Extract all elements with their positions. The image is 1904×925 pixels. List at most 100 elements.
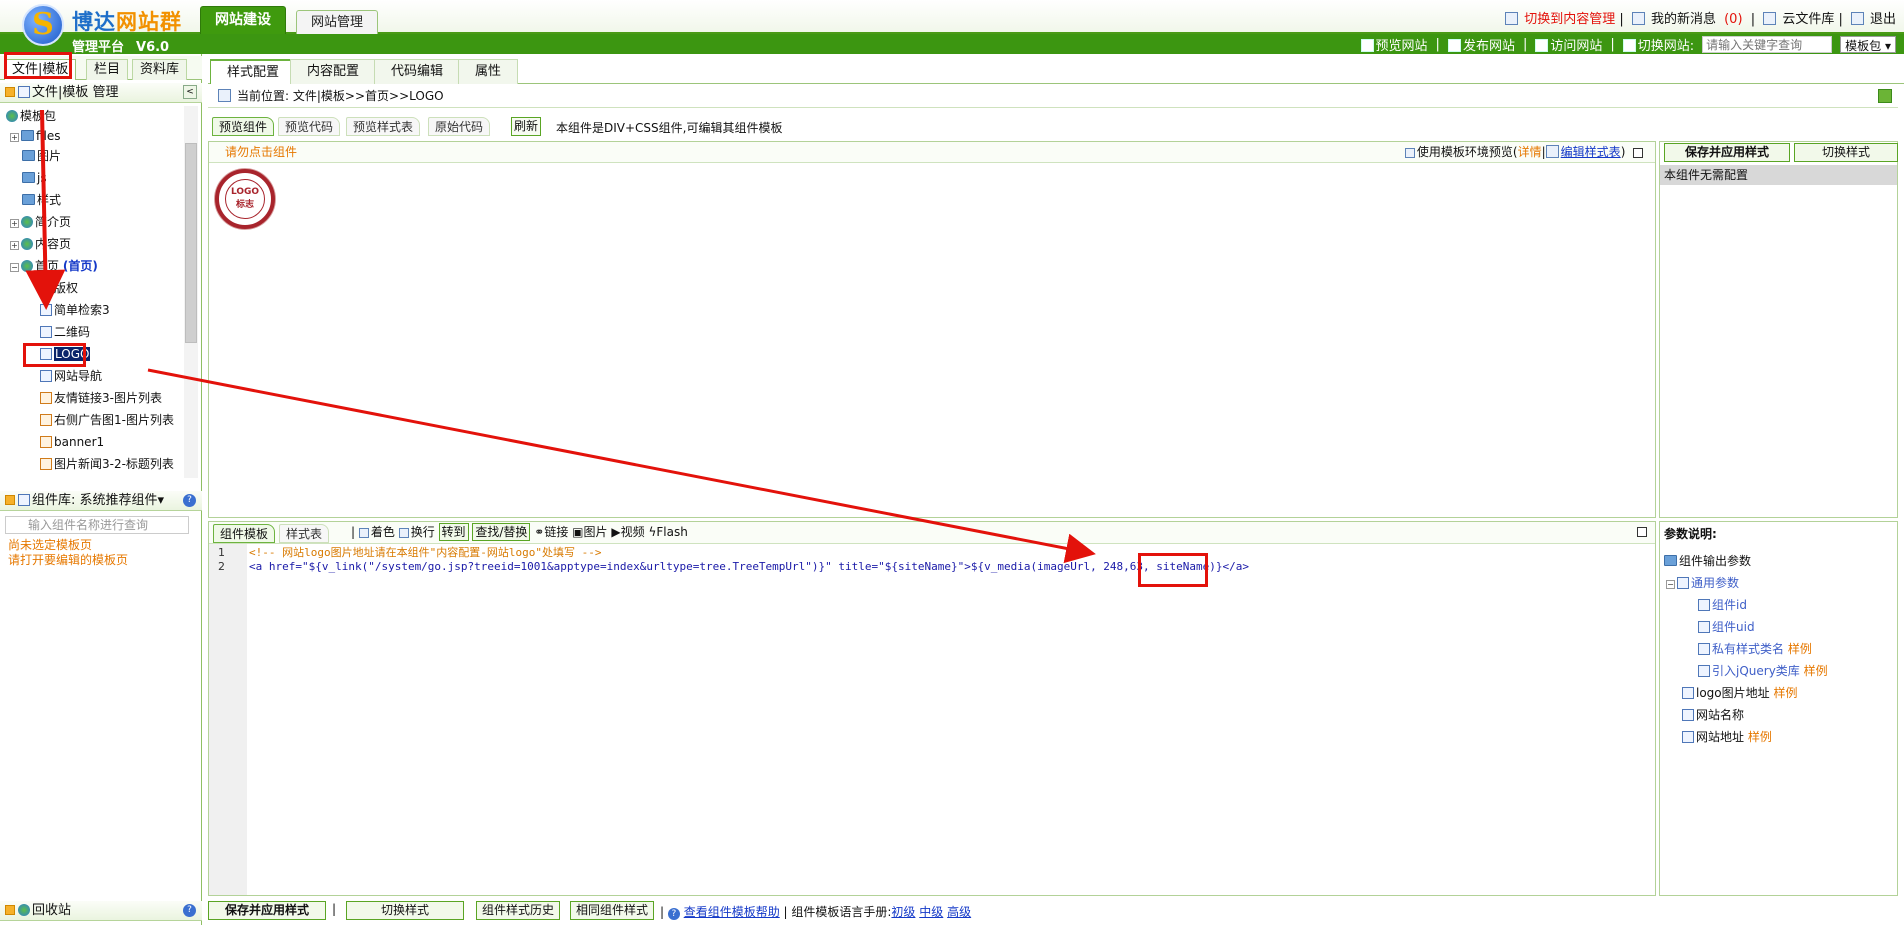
subtab-raw-code[interactable]: 原始代码 xyxy=(428,117,491,136)
tree-item-styles[interactable]: 样式 xyxy=(22,190,61,210)
video-tool[interactable]: ▶视频 xyxy=(611,525,644,539)
refresh-button[interactable]: 刷新 xyxy=(511,117,541,136)
tab-stylesheet[interactable]: 样式表 xyxy=(279,524,330,543)
tab-component-template[interactable]: 组件模板 xyxy=(213,524,276,543)
subtab-preview-css[interactable]: 预览样式表 xyxy=(346,117,421,136)
page-icon xyxy=(1698,599,1710,611)
flash-tool[interactable]: ϟFlash xyxy=(648,525,687,539)
page-icon xyxy=(1682,687,1694,699)
param-item[interactable]: 私有样式类名 样例 xyxy=(1664,638,1828,660)
wrap-checkbox[interactable] xyxy=(398,528,409,538)
manual-advanced-link[interactable]: 高级 xyxy=(947,905,971,919)
param-root[interactable]: 组件输出参数 xyxy=(1664,550,1828,572)
tree-scroll-thumb[interactable] xyxy=(185,143,197,343)
switch-style-button[interactable]: 切换样式 xyxy=(1794,143,1898,162)
save-apply-style-button[interactable]: 保存并应用样式 xyxy=(1664,143,1790,162)
publish-site-link[interactable]: 发布网站 xyxy=(1447,35,1515,54)
tab-site-build[interactable]: 网站建设 xyxy=(200,6,286,34)
tree-item-home[interactable]: − 首页 (首页) xyxy=(10,256,98,276)
tree-child-qrcode[interactable]: 二维码 xyxy=(40,322,90,342)
component-icon xyxy=(40,304,52,316)
up-arrow-icon[interactable] xyxy=(1878,89,1892,103)
site-search-input[interactable] xyxy=(1702,36,1833,53)
help-icon[interactable]: ? xyxy=(183,494,196,507)
tree-item-files[interactable]: + files xyxy=(10,126,61,146)
cloud-files-link[interactable]: 云文件库 xyxy=(1763,12,1834,27)
collapse-button[interactable]: < xyxy=(183,85,197,99)
help-icon[interactable]: ? xyxy=(183,904,196,917)
logout-link[interactable]: 退出 xyxy=(1850,12,1896,27)
tree-child-ad[interactable]: 右侧广告图1-图片列表 xyxy=(40,410,174,430)
manual-mid-link[interactable]: 中级 xyxy=(919,905,943,919)
component-icon xyxy=(40,414,52,426)
param-item[interactable]: 网站地址 样例 xyxy=(1664,726,1828,748)
param-common[interactable]: − 通用参数 xyxy=(1664,572,1828,594)
tab-column[interactable]: 栏目 xyxy=(86,59,129,80)
logo-seal: LOGO 标志 xyxy=(225,179,265,219)
component-icon xyxy=(40,436,52,448)
param-item[interactable]: 引入jQuery类库 样例 xyxy=(1664,660,1828,682)
tree-item-content[interactable]: + 内容页 xyxy=(10,234,71,254)
component-icon xyxy=(40,392,52,404)
code-editor: 组件模板 样式表 | 着色 换行 转到 查找/替换 ⚭链接 ▣图片 ▶视频 ϟF… xyxy=(208,521,1656,896)
param-item[interactable]: logo图片地址 样例 xyxy=(1664,682,1828,704)
tree-child-news[interactable]: 图片新闻3-2-标题列表 xyxy=(40,454,174,474)
link-tool[interactable]: ⚭链接 xyxy=(534,525,568,539)
param-item[interactable]: 组件id xyxy=(1664,594,1828,616)
template-help-link[interactable]: 查看组件模板帮助 xyxy=(684,905,780,919)
maximize-icon[interactable] xyxy=(1637,527,1647,537)
page-icon xyxy=(1698,621,1710,633)
tree-item-js[interactable]: js xyxy=(22,168,47,188)
panel-icon xyxy=(5,87,15,97)
tree-child-copyright[interactable]: 版权 xyxy=(40,278,78,298)
line-numbers: 12 xyxy=(209,544,247,895)
tree-child-nav[interactable]: 网站导航 xyxy=(40,366,102,386)
component-icon xyxy=(40,370,52,382)
param-title: 参数说明: xyxy=(1664,527,1717,541)
detail-link[interactable]: 详情 xyxy=(1518,145,1542,159)
same-style-button[interactable]: 相同组件样式 xyxy=(570,901,654,920)
messages-link[interactable]: 我的新消息 (0) xyxy=(1631,12,1743,27)
annotation-box xyxy=(4,52,72,79)
style-panel: 保存并应用样式 切换样式 本组件无需配置 xyxy=(1659,141,1898,518)
tree-root[interactable]: 模板包 xyxy=(6,106,56,126)
save-apply-style-button[interactable]: 保存并应用样式 xyxy=(208,901,326,920)
code-text[interactable]: <!-- 网站logo图片地址请在本组件"内容配置-网站logo"处填写 -->… xyxy=(249,546,1249,574)
manual-basic-link[interactable]: 初级 xyxy=(891,905,915,919)
tree-child-links[interactable]: 友情链接3-图片列表 xyxy=(40,388,162,408)
param-item[interactable]: 网站名称 xyxy=(1664,704,1828,726)
tab-code-edit[interactable]: 代码编辑 xyxy=(374,59,461,84)
edit-css-link[interactable]: 编辑样式表 xyxy=(1561,145,1621,159)
switch-style-button[interactable]: 切换样式 xyxy=(346,901,464,920)
brand-logo-letter: S xyxy=(32,7,54,42)
goto-button[interactable]: 转到 xyxy=(438,523,469,541)
page-icon xyxy=(1677,577,1689,589)
component-icon xyxy=(40,458,52,470)
tab-style-config[interactable]: 样式配置 xyxy=(210,59,297,84)
switch-content-link[interactable]: 切换到内容管理 xyxy=(1505,12,1615,27)
visit-site-link[interactable]: 访问网站 xyxy=(1535,35,1602,54)
tree-item-images[interactable]: 图片 xyxy=(22,146,61,166)
package-select[interactable]: 模板包 ▾ xyxy=(1840,36,1896,53)
component-search-input[interactable]: 输入组件名称进行查询 xyxy=(5,516,189,534)
tab-site-manage[interactable]: 网站管理 xyxy=(296,10,379,34)
maximize-icon[interactable] xyxy=(1633,148,1643,158)
find-replace-button[interactable]: 查找/替换 xyxy=(472,523,531,541)
style-history-button[interactable]: 组件样式历史 xyxy=(476,901,560,920)
color-checkbox[interactable] xyxy=(358,528,369,538)
tree-child-search[interactable]: 简单检索3 xyxy=(40,300,110,320)
image-tool[interactable]: ▣图片 xyxy=(572,525,607,539)
tab-properties[interactable]: 属性 xyxy=(458,59,519,84)
recycle-bin[interactable]: 回收站 ? xyxy=(0,901,202,921)
publish-icon xyxy=(1447,39,1461,52)
subtab-preview-component[interactable]: 预览组件 xyxy=(212,117,275,136)
tab-content-config[interactable]: 内容配置 xyxy=(290,59,377,84)
param-item[interactable]: 组件uid xyxy=(1664,616,1828,638)
subtab-preview-code[interactable]: 预览代码 xyxy=(278,117,341,136)
env-checkbox[interactable] xyxy=(1404,148,1415,158)
tree-child-banner[interactable]: banner1 xyxy=(40,432,104,452)
file-panel-header: 文件|模板 管理 < xyxy=(0,83,202,103)
tab-library[interactable]: 资料库 xyxy=(132,59,188,80)
tree-item-intro[interactable]: + 简介页 xyxy=(10,212,71,232)
preview-site-link[interactable]: 预览网站 xyxy=(1360,35,1428,54)
